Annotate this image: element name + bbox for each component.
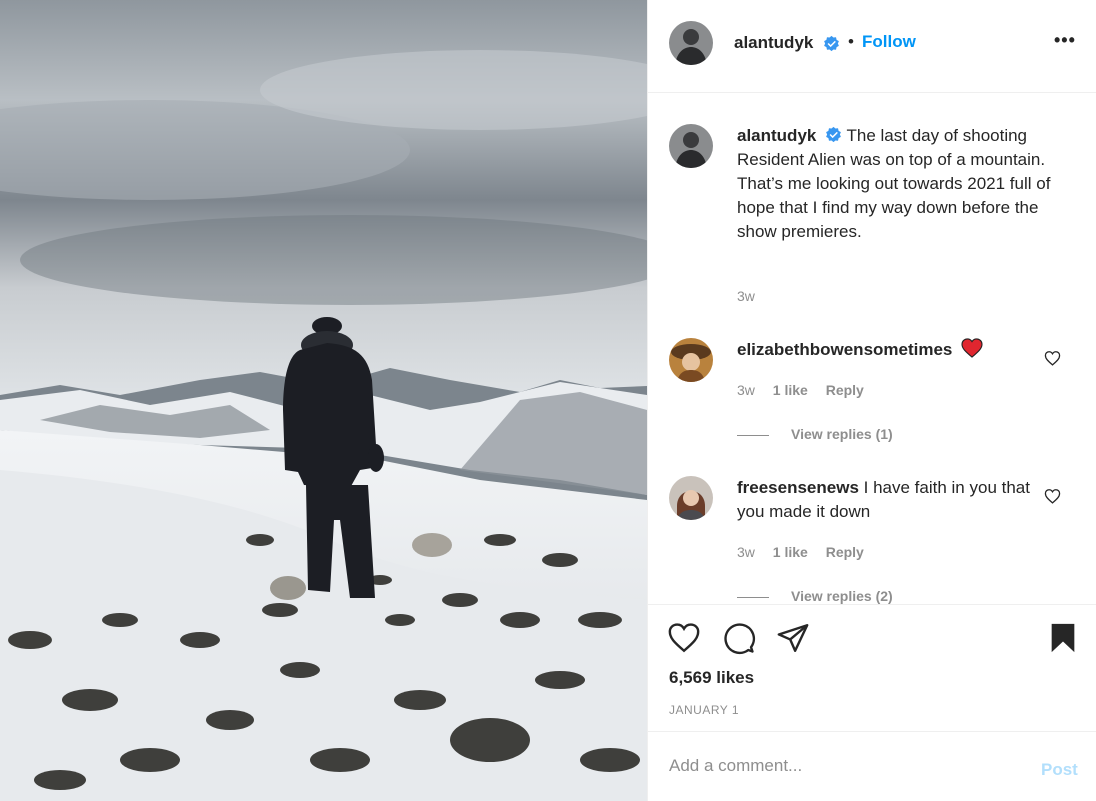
like-comment-icon[interactable]: [1044, 350, 1061, 367]
comment-icon[interactable]: [722, 621, 756, 655]
comment-text-block: elizabethbowensometimes: [737, 338, 1037, 362]
verified-badge-icon: [826, 126, 841, 143]
post-photo[interactable]: [0, 0, 647, 801]
post-comment-button[interactable]: Post: [1041, 760, 1078, 780]
post-actions: 6,569 likes JANUARY 1: [648, 604, 1096, 730]
add-comment-bar: Post: [648, 731, 1096, 801]
commenter-avatar[interactable]: [669, 338, 713, 382]
post-date[interactable]: JANUARY 1: [669, 703, 739, 717]
like-icon[interactable]: [667, 621, 701, 655]
caption-username[interactable]: alantudyk: [737, 126, 816, 145]
replies-divider: [737, 434, 769, 436]
commenter-avatar[interactable]: [669, 476, 713, 520]
caption-time[interactable]: 3w: [737, 288, 755, 304]
more-options-icon[interactable]: •••: [1054, 30, 1076, 51]
caption-text-block: alantudyk The last day of shooting Resid…: [737, 124, 1067, 244]
follow-button[interactable]: Follow: [862, 32, 916, 52]
comment-likes[interactable]: 1 like: [773, 544, 808, 560]
header-username[interactable]: alantudyk: [734, 33, 813, 53]
view-replies-label: View replies (2): [791, 588, 893, 604]
likes-count[interactable]: 6,569 likes: [669, 668, 754, 688]
caption-avatar[interactable]: [669, 124, 713, 168]
verified-badge-icon: [824, 35, 839, 52]
comment-input[interactable]: [669, 756, 1009, 776]
reply-button[interactable]: Reply: [826, 382, 864, 398]
commenter-username[interactable]: freesensenews: [737, 478, 859, 497]
replies-divider: [737, 596, 769, 598]
view-replies-label: View replies (1): [791, 426, 893, 442]
comment-time[interactable]: 3w: [737, 382, 755, 398]
comment-time[interactable]: 3w: [737, 544, 755, 560]
view-replies-button[interactable]: View replies (1): [737, 426, 893, 442]
post-panel: alantudyk • Follow ••• alantudyk The las…: [647, 0, 1096, 801]
share-icon[interactable]: [776, 621, 810, 655]
red-heart-emoji-icon: [961, 338, 983, 358]
reply-button[interactable]: Reply: [826, 544, 864, 560]
commenter-username[interactable]: elizabethbowensometimes: [737, 340, 952, 359]
separator-dot: •: [848, 32, 854, 51]
avatar[interactable]: [669, 21, 713, 65]
like-comment-icon[interactable]: [1044, 488, 1061, 505]
comment-likes[interactable]: 1 like: [773, 382, 808, 398]
comment-meta: 3w 1 like Reply: [737, 382, 878, 398]
post-header: alantudyk • Follow •••: [648, 0, 1096, 93]
comments-list[interactable]: alantudyk The last day of shooting Resid…: [648, 94, 1096, 604]
comment-meta: 3w 1 like Reply: [737, 544, 878, 560]
comment-text-block: freesensenews I have faith in you that y…: [737, 476, 1037, 524]
save-bookmark-icon[interactable]: [1046, 621, 1080, 655]
view-replies-button[interactable]: View replies (2): [737, 588, 893, 604]
